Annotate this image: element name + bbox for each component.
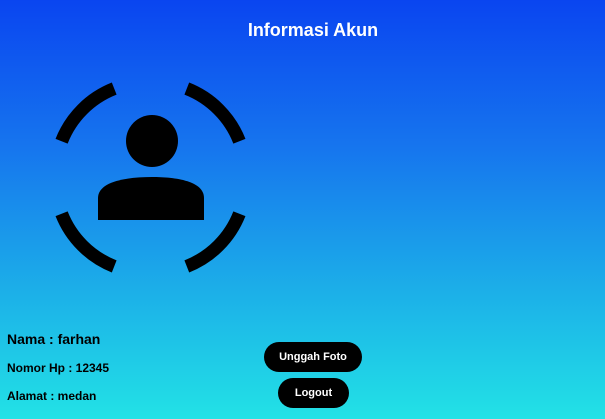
profile-phone: Nomor Hp : 12345 [7, 361, 110, 375]
frame-arc-top-left [55, 82, 117, 144]
profile-address: Alamat : medan [7, 389, 97, 403]
avatar-placeholder-icon [55, 82, 246, 273]
upload-photo-label: Unggah Foto [279, 351, 347, 363]
logout-button[interactable]: Logout [278, 378, 349, 408]
frame-arc-bottom-left [55, 211, 117, 273]
person-body [98, 177, 204, 220]
frame-arc-bottom-right [184, 211, 246, 273]
person-head [126, 115, 178, 167]
page-title: Informasi Akun [247, 20, 379, 40]
upload-photo-button[interactable]: Unggah Foto [264, 342, 362, 372]
profile-name: Nama : farhan [7, 331, 101, 347]
logout-label: Logout [294, 387, 333, 399]
frame-arc-top-right [184, 82, 246, 144]
